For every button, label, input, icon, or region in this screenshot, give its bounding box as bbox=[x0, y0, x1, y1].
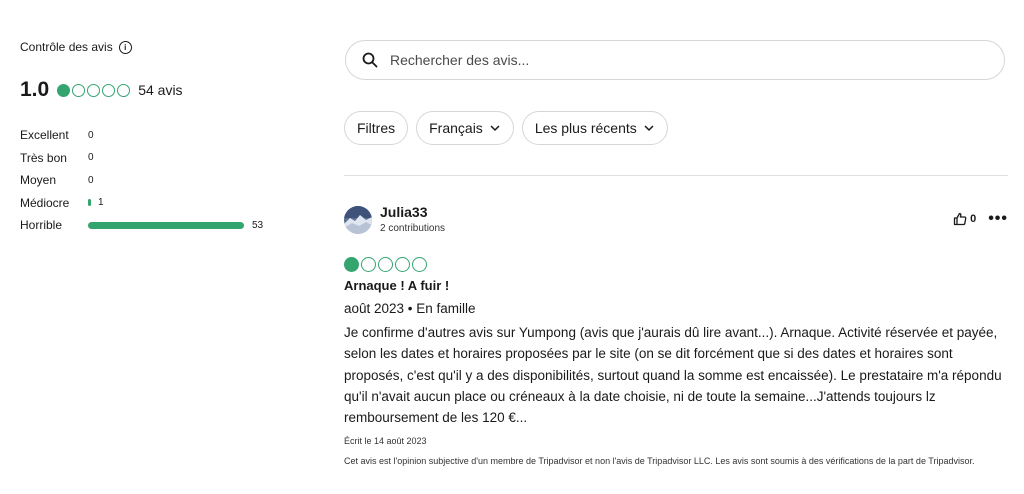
thumbs-up-icon bbox=[953, 212, 967, 226]
sort-dropdown[interactable]: Les plus récents bbox=[521, 111, 668, 145]
rating-bubble-icon bbox=[102, 83, 116, 97]
sort-label: Les plus récents bbox=[534, 120, 637, 136]
review-meta: août 2023 • En famille bbox=[344, 301, 476, 316]
review-actions: 0 ••• bbox=[953, 211, 1008, 227]
rating-bubble-icon bbox=[378, 257, 393, 272]
filters-label: Filtres bbox=[357, 120, 396, 136]
review-body: Je confirme d'autres avis sur Yumpong (a… bbox=[344, 325, 1002, 426]
review-author[interactable]: Julia33 bbox=[380, 204, 427, 220]
distribution-label: Excellent bbox=[20, 128, 69, 143]
helpful-count: 0 bbox=[970, 213, 977, 225]
distribution-label: Horrible bbox=[20, 218, 63, 233]
chevron-down-icon bbox=[490, 125, 500, 132]
review-search[interactable] bbox=[345, 40, 1005, 80]
rating-score: 1.0 bbox=[20, 78, 50, 101]
rating-distribution: Excellent 0 Très bon 0 Moyen 0 Médiocre … bbox=[20, 124, 310, 237]
divider bbox=[344, 175, 1008, 176]
review-control-heading: Contrôle des avis i bbox=[20, 40, 132, 54]
rating-bubble-icon bbox=[361, 257, 376, 272]
distribution-count: 0 bbox=[88, 152, 94, 164]
info-icon[interactable]: i bbox=[118, 40, 132, 54]
rating-bubble-icon bbox=[87, 83, 101, 97]
chevron-down-icon bbox=[644, 125, 654, 132]
language-dropdown[interactable]: Français bbox=[416, 111, 514, 145]
review-control-label: Contrôle des avis bbox=[20, 40, 113, 54]
rating-bubble-icon bbox=[117, 83, 131, 97]
rating-bubble-icon bbox=[344, 257, 359, 272]
language-label: Français bbox=[429, 120, 483, 136]
rating-bubble-icon bbox=[395, 257, 410, 272]
more-icon[interactable]: ••• bbox=[988, 211, 1008, 227]
search-icon bbox=[362, 52, 378, 68]
distribution-label: Médiocre bbox=[20, 195, 70, 210]
distribution-row[interactable]: Très bon 0 bbox=[20, 147, 310, 170]
rating-bubble-icon bbox=[72, 83, 86, 97]
search-input[interactable] bbox=[388, 51, 952, 69]
avatar[interactable] bbox=[344, 206, 372, 234]
distribution-count: 0 bbox=[88, 174, 94, 186]
distribution-row[interactable]: Médiocre 1 bbox=[20, 192, 310, 215]
rating-bubble-icon bbox=[412, 257, 427, 272]
distribution-label: Très bon bbox=[20, 150, 67, 165]
distribution-row[interactable]: Horrible 53 bbox=[20, 214, 310, 237]
distribution-bar bbox=[88, 221, 244, 229]
distribution-label: Moyen bbox=[20, 173, 57, 188]
rating-bubbles bbox=[57, 83, 131, 97]
distribution-bar bbox=[88, 199, 91, 207]
review-count: 54 avis bbox=[138, 82, 183, 98]
filters-button[interactable]: Filtres bbox=[344, 111, 409, 145]
rating-bubble-icon bbox=[57, 83, 71, 97]
overall-rating: 1.0 54 avis bbox=[20, 78, 183, 102]
review-title[interactable]: Arnaque ! A fuir ! bbox=[344, 278, 449, 293]
filter-bar: Filtres Français Les plus récents bbox=[344, 111, 668, 145]
helpful-button[interactable]: 0 bbox=[953, 212, 976, 226]
distribution-row[interactable]: Moyen 0 bbox=[20, 169, 310, 192]
review-disclaimer: Cet avis est l'opinion subjective d'un m… bbox=[344, 456, 975, 466]
distribution-count: 1 bbox=[98, 197, 104, 209]
review-written-date: Écrit le 14 août 2023 bbox=[344, 436, 427, 446]
distribution-count: 0 bbox=[88, 129, 94, 141]
distribution-row[interactable]: Excellent 0 bbox=[20, 124, 310, 147]
review-rating-bubbles bbox=[344, 257, 427, 272]
review-contributions: 2 contributions bbox=[380, 223, 446, 234]
distribution-count: 53 bbox=[252, 219, 264, 231]
